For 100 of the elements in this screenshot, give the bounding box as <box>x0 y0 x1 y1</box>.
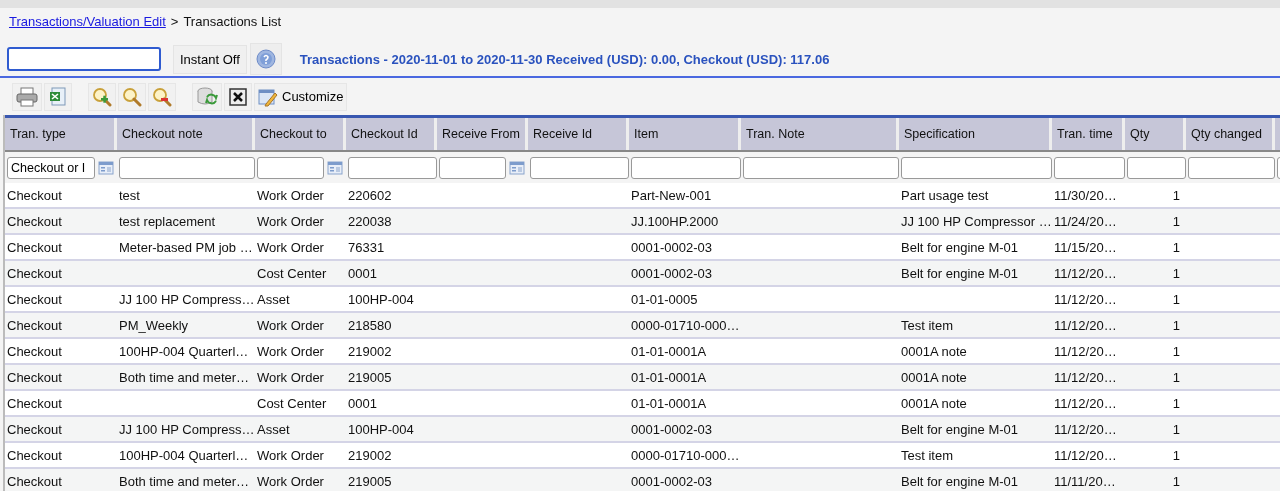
table-cell: 1 <box>1172 187 1180 203</box>
table-cell: 1 <box>1172 317 1180 333</box>
table-cell: Both time and meter… <box>119 369 250 385</box>
table-cell: Work Order <box>257 473 324 489</box>
table-cell: JJ.100HP.2000 <box>631 213 719 229</box>
table-cell: 1 <box>1172 239 1180 255</box>
table-cell: Work Order <box>257 317 324 333</box>
table-cell: 11/12/20… <box>1054 317 1117 333</box>
excel-export-button[interactable] <box>44 82 72 111</box>
filter-field[interactable]: Checkout or I <box>7 156 95 179</box>
table-cell: Checkout <box>7 447 62 463</box>
print-button[interactable] <box>12 82 42 111</box>
filter-field[interactable] <box>743 156 899 179</box>
table-cell: Checkout <box>7 291 62 307</box>
table-cell: 1 <box>1172 395 1180 411</box>
table-cell: 11/12/20… <box>1054 421 1117 437</box>
table-cell: 0001 <box>348 395 377 411</box>
table-cell: Cost Center <box>257 265 327 281</box>
table-cell: 11/30/20… <box>1054 187 1117 203</box>
table-cell: Part usage test <box>901 187 989 203</box>
table-cell: 1 <box>1172 213 1180 229</box>
table-cell: 1 <box>1172 343 1180 359</box>
table-cell: 01-01-0005 <box>631 291 698 307</box>
table-cell: Checkout <box>7 213 62 229</box>
table-cell: 100HP-004 <box>348 421 414 437</box>
table-cell: 100HP-004 Quarterl… <box>119 447 249 463</box>
filter-field[interactable] <box>119 156 255 179</box>
filter-field[interactable] <box>1054 156 1125 179</box>
table-cell: 0001A note <box>901 369 967 385</box>
table-cell: Checkout <box>7 343 62 359</box>
table-cell: 76331 <box>348 239 385 255</box>
table-cell: Checkout <box>7 187 62 203</box>
table-cell: Asset <box>257 291 290 307</box>
table-cell: Cost Center <box>257 395 327 411</box>
table-cell: 01-01-0001A <box>631 369 707 385</box>
table-cell: Meter-based PM job … <box>119 239 253 255</box>
close-button[interactable] <box>224 82 252 111</box>
zoom-in-button[interactable] <box>88 82 116 111</box>
table-cell: JJ 100 HP Compress… <box>119 291 255 307</box>
list-picker-icon[interactable] <box>327 159 343 176</box>
table-cell: Checkout <box>7 317 62 333</box>
list-picker-icon[interactable] <box>509 159 525 176</box>
filter-field[interactable] <box>1127 156 1186 179</box>
table-cell: PM_Weekly <box>119 317 189 333</box>
filter-field[interactable] <box>530 156 629 179</box>
table-cell: 220602 <box>348 187 392 203</box>
table-cell: 0001A note <box>901 343 967 359</box>
customize-button[interactable]: Customize <box>254 82 348 111</box>
table-cell: 100HP-004 Quarterl… <box>119 343 249 359</box>
table-cell: 219002 <box>348 343 392 359</box>
filter-field[interactable] <box>901 156 1052 179</box>
filter-field[interactable] <box>1188 156 1275 179</box>
table-cell: 11/12/20… <box>1054 343 1117 359</box>
table-cell: 11/12/20… <box>1054 395 1117 411</box>
table-cell: Work Order <box>257 343 324 359</box>
table-cell: Belt for engine M-01 <box>901 473 1019 489</box>
table-cell: Checkout <box>7 421 62 437</box>
help-button[interactable] <box>249 43 282 75</box>
table-cell: Test item <box>901 447 953 463</box>
table-cell: 0000-01710-000… <box>631 447 740 463</box>
table-cell: 11/24/20… <box>1054 213 1117 229</box>
table-cell: 01-01-0001A <box>631 343 707 359</box>
table-cell: test replacement <box>119 213 216 229</box>
table-cell: 219005 <box>348 473 392 489</box>
table-cell: 1 <box>1172 369 1180 385</box>
table-cell: JJ 100 HP Compress… <box>119 421 255 437</box>
table-cell: Work Order <box>257 447 324 463</box>
search-field[interactable] <box>7 47 161 71</box>
filter-field[interactable] <box>348 156 437 179</box>
filter-field[interactable] <box>439 156 506 179</box>
search-button[interactable] <box>118 82 146 111</box>
table-cell: Test item <box>901 317 953 333</box>
breadcrumb-link[interactable]: Transactions/Valuation Edit <box>9 13 166 29</box>
breadcrumb-current: Transactions List <box>183 13 282 29</box>
table-cell: Belt for engine M-01 <box>901 265 1019 281</box>
table-cell: Asset <box>257 421 290 437</box>
table-cell: JJ 100 HP Compressor … <box>901 213 1052 229</box>
table-cell: 01-01-0001A <box>631 395 707 411</box>
table-cell: Both time and meter… <box>119 473 250 489</box>
table-cell: Belt for engine M-01 <box>901 239 1019 255</box>
filter-field[interactable] <box>257 156 324 179</box>
zoom-out-button[interactable] <box>148 82 176 111</box>
filter-field[interactable] <box>631 156 741 179</box>
table-cell: Checkout <box>7 395 62 411</box>
table-cell: 0001-0002-03 <box>631 473 712 489</box>
table-cell: Belt for engine M-01 <box>901 421 1019 437</box>
table-cell: 1 <box>1172 473 1180 489</box>
table-cell: 11/12/20… <box>1054 447 1117 463</box>
window-pencil-icon <box>258 86 278 107</box>
table-cell: Work Order <box>257 213 324 229</box>
table-cell: 11/15/20… <box>1054 239 1117 255</box>
table-cell: Checkout <box>7 473 62 489</box>
table-cell: 0001-0002-03 <box>631 265 712 281</box>
table-cell: Work Order <box>257 369 324 385</box>
list-picker-icon[interactable] <box>98 159 114 176</box>
table-cell: 11/12/20… <box>1054 265 1117 281</box>
table-cell: 219005 <box>348 369 392 385</box>
table-cell: 11/12/20… <box>1054 369 1117 385</box>
instant-toggle-button[interactable]: Instant Off <box>173 44 247 74</box>
table-cell: 218580 <box>348 317 392 333</box>
